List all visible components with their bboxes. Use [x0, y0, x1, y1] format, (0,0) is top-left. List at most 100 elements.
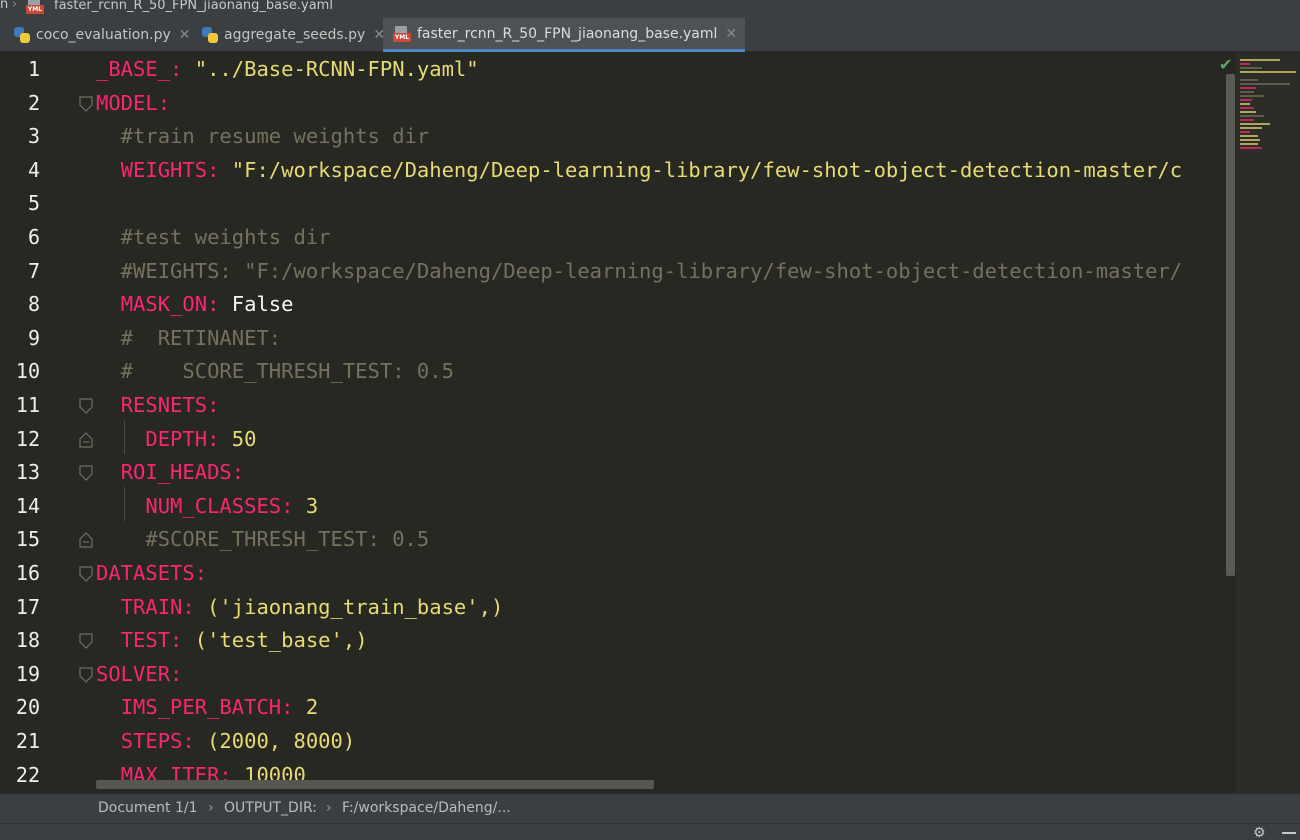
code-line-13[interactable]: ROI_HEADS:: [96, 456, 244, 490]
code-line-15[interactable]: #SCORE_THRESH_TEST: 0.5: [96, 523, 429, 557]
minimap-line: [1240, 119, 1254, 121]
code-line-19[interactable]: SOLVER:: [96, 658, 182, 692]
line-number: 21: [15, 729, 40, 753]
horizontal-scrollbar[interactable]: [96, 780, 654, 789]
line-number: 9: [27, 325, 40, 350]
line-number: 17: [15, 594, 40, 619]
minimap-line: [1240, 63, 1250, 65]
line-number: 12: [15, 426, 40, 451]
tab-aggregate-seeds[interactable]: aggregate_seeds.py ✕: [192, 18, 393, 52]
line-number: 19: [15, 661, 40, 686]
code-line-14[interactable]: NUM_CLASSES: 3: [96, 490, 318, 524]
code-line-21[interactable]: STEPS: (2000, 8000): [96, 725, 356, 759]
code-line-17[interactable]: TRAIN: ('jiaonang_train_base',): [96, 591, 504, 625]
breadcrumb-file[interactable]: YML faster_rcnn_R_50_FPN_jiaonang_base.y…: [26, 0, 333, 14]
breadcrumb-file-label: faster_rcnn_R_50_FPN_jiaonang_base.yaml: [54, 0, 333, 13]
minimap-line: [1240, 103, 1250, 105]
fold-marker-icon[interactable]: [79, 95, 93, 112]
line-number: 5: [27, 191, 40, 216]
code-minimap[interactable]: [1236, 53, 1300, 793]
breadcrumb-parent[interactable]: n: [0, 0, 8, 12]
breadcrumb-separator: ›: [12, 0, 18, 12]
navigation-bar: n › YML faster_rcnn_R_50_FPN_jiaonang_ba…: [0, 0, 1300, 18]
code-line-8[interactable]: MASK_ON: False: [96, 288, 294, 322]
line-number: 1: [27, 57, 40, 81]
code-line-1[interactable]: _BASE_: "../Base-RCNN-FPN.yaml": [96, 53, 479, 87]
minimap-line: [1240, 111, 1256, 113]
fold-marker-icon[interactable]: [79, 667, 93, 683]
vertical-scrollbar[interactable]: [1226, 74, 1235, 576]
minimize-icon[interactable]: [1282, 832, 1296, 834]
line-number: 15: [15, 527, 40, 552]
fold-marker-icon[interactable]: [79, 431, 93, 448]
code-line-6[interactable]: #test weights dir: [96, 221, 331, 255]
minimap-line: [1240, 127, 1262, 129]
tab-coco-evaluation[interactable]: coco_evaluation.py ✕: [4, 18, 199, 52]
minimap-line: [1240, 115, 1264, 117]
minimap-line: [1240, 71, 1296, 73]
minimap-line: [1240, 87, 1256, 89]
python-file-icon: [14, 27, 30, 43]
code-line-7[interactable]: #WEIGHTS: "F:/workspace/Daheng/Deep-lear…: [96, 255, 1182, 289]
code-line-3[interactable]: #train resume weights dir: [96, 120, 430, 154]
code-line-11[interactable]: RESNETS:: [96, 389, 220, 423]
breadcrumb-output-dir[interactable]: OUTPUT_DIR:: [224, 800, 317, 816]
line-number: 20: [15, 695, 40, 720]
line-number: 22: [15, 762, 40, 787]
code-line-20[interactable]: IMS_PER_BATCH: 2: [96, 691, 318, 725]
tab-label: faster_rcnn_R_50_FPN_jiaonang_base.yaml: [417, 25, 718, 42]
line-number: 4: [27, 157, 40, 182]
code-line-16[interactable]: DATASETS:: [96, 557, 207, 591]
minimap-line: [1240, 91, 1254, 93]
editor-tab-bar: coco_evaluation.py ✕ aggregate_seeds.py …: [0, 18, 1300, 52]
breadcrumb-separator: ›: [326, 800, 332, 816]
minimap-line: [1240, 147, 1262, 149]
close-icon[interactable]: ✕: [179, 27, 191, 43]
fold-marker-icon[interactable]: [79, 532, 93, 548]
tab-label: aggregate_seeds.py: [224, 27, 366, 43]
minimap-line: [1240, 107, 1254, 109]
tab-label: coco_evaluation.py: [36, 27, 171, 43]
structure-breadcrumb-bar: Document 1/1 › OUTPUT_DIR: › F:/workspac…: [0, 793, 1300, 823]
line-number: 10: [15, 359, 40, 384]
breadcrumb-separator: ›: [208, 800, 214, 816]
line-number: 13: [15, 460, 40, 485]
code-line-4[interactable]: WEIGHTS: "F:/workspace/Daheng/Deep-learn…: [96, 154, 1182, 188]
line-number: 7: [27, 258, 40, 283]
code-editor[interactable]: 1 2 3 4 5 6 7 8 9 10 11 12 13 14 15 16 17 18 19 20 21 22 _BAS…: [0, 53, 1236, 793]
code-line-18[interactable]: TEST: ('test_base',): [96, 624, 368, 658]
minimap-line: [1240, 123, 1270, 125]
code-line-2[interactable]: MODEL:: [96, 87, 170, 121]
minimap-line: [1240, 135, 1258, 137]
minimap-line: [1240, 131, 1250, 133]
fold-marker-icon[interactable]: [79, 465, 93, 482]
line-number: 2: [27, 90, 40, 115]
minimap-line: [1240, 95, 1264, 97]
minimap-line: [1240, 59, 1280, 61]
minimap-line: [1240, 99, 1252, 101]
minimap-line: [1240, 83, 1290, 85]
line-number: 8: [27, 292, 40, 317]
gear-icon[interactable]: ⚙: [1253, 826, 1266, 840]
document-indicator[interactable]: Document 1/1: [98, 800, 198, 816]
minimap-line: [1240, 139, 1260, 141]
code-line-10[interactable]: # SCORE_THRESH_TEST: 0.5: [96, 355, 454, 389]
line-number: 3: [27, 124, 40, 149]
line-number: 6: [27, 225, 40, 249]
fold-marker-icon[interactable]: [79, 566, 93, 582]
breadcrumb-output-path[interactable]: F:/workspace/Daheng/...: [342, 800, 511, 816]
minimap-line: [1240, 79, 1258, 81]
line-number: 14: [15, 493, 40, 518]
code-line-12[interactable]: DEPTH: 50: [96, 423, 256, 457]
tab-faster-rcnn-yaml[interactable]: YML faster_rcnn_R_50_FPN_jiaonang_base.y…: [383, 18, 746, 52]
fold-marker-icon[interactable]: [79, 398, 93, 414]
close-icon[interactable]: ✕: [725, 26, 737, 42]
line-number: 18: [15, 628, 40, 653]
code-line-9[interactable]: # RETINANET:: [96, 322, 281, 356]
bottom-tool-strip: [0, 823, 1300, 840]
fold-marker-icon[interactable]: [79, 633, 93, 650]
python-file-icon: [202, 27, 218, 43]
line-number: 16: [15, 561, 40, 585]
minimap-line: [1240, 143, 1258, 145]
check-icon[interactable]: ✔: [1219, 55, 1232, 74]
